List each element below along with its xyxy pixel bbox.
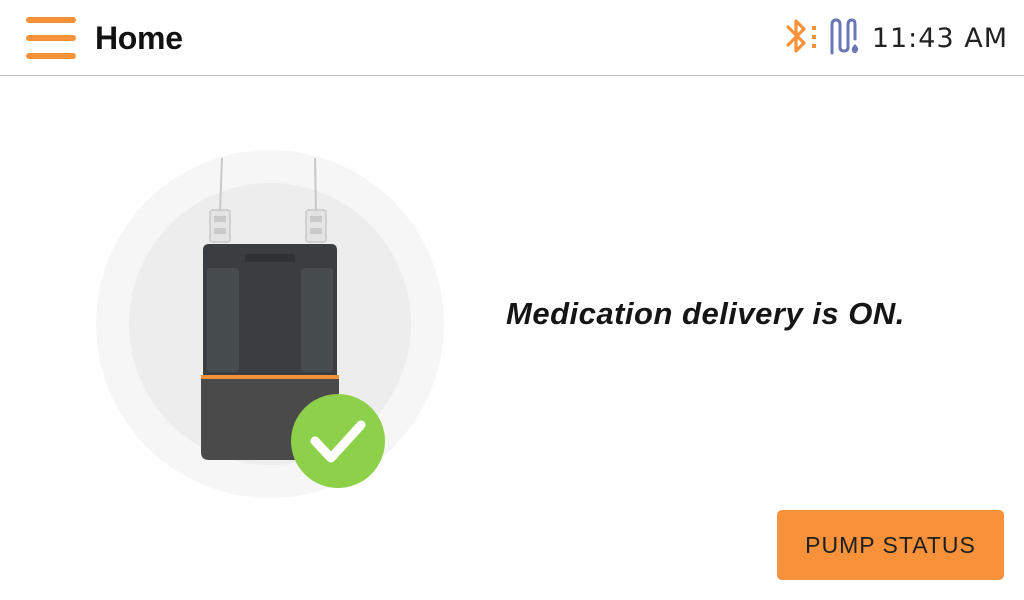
- hamburger-menu-icon-bar: [26, 53, 76, 59]
- status-area: 11:43 AM: [784, 16, 1008, 60]
- menu-button[interactable]: [24, 14, 78, 62]
- pump-illustration: [95, 150, 447, 498]
- delivery-status-message: Medication delivery is ON.: [506, 296, 905, 331]
- pump-status-button[interactable]: PUMP STATUS: [777, 510, 1004, 580]
- bluetooth-icon: [784, 17, 820, 60]
- hamburger-menu-icon: [26, 17, 76, 23]
- clock: 11:43 AM: [871, 22, 1008, 54]
- sensor-connection-icon: [828, 17, 862, 60]
- page-title: Home: [95, 20, 183, 56]
- app-screen: Home 11:43 AM Medication delivery is ON.…: [0, 0, 1024, 600]
- hamburger-menu-icon-bar: [26, 35, 76, 41]
- checkmark-icon: [291, 394, 385, 488]
- header-bar: Home 11:43 AM: [0, 0, 1024, 76]
